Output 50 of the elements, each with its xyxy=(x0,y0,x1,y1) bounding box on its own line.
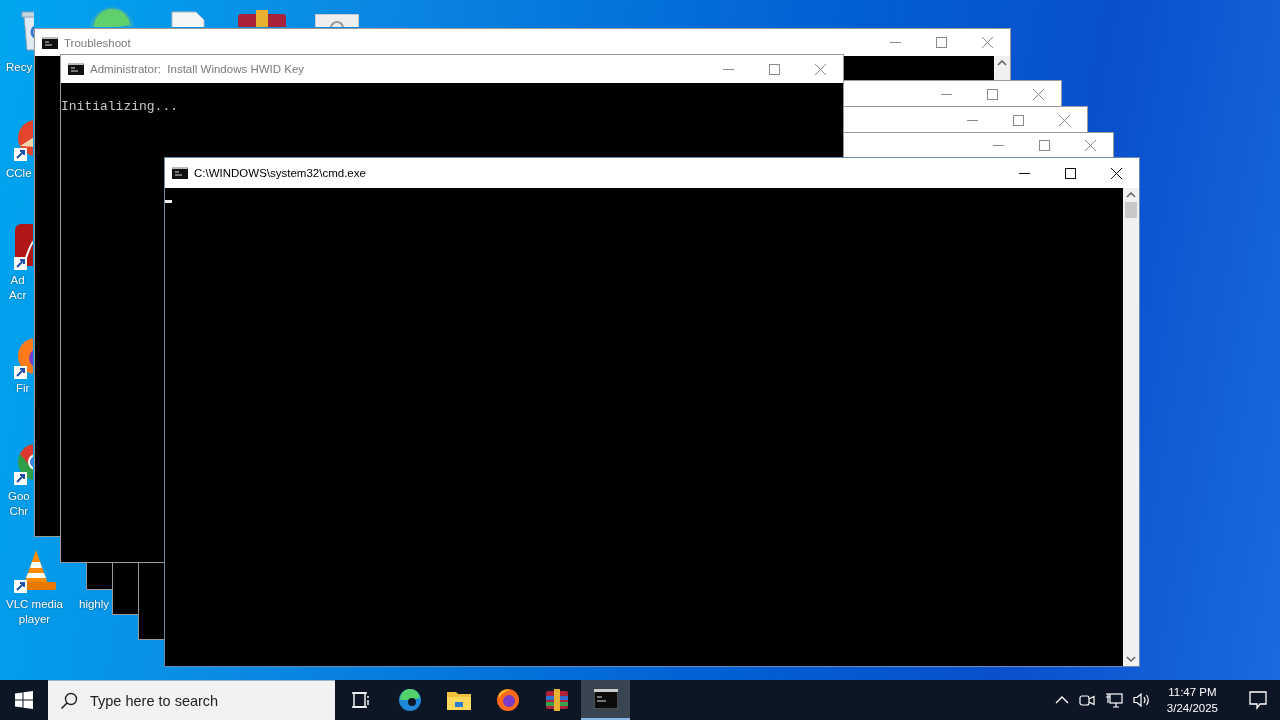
window-title: Administrator: Install Windows HWID Key xyxy=(90,63,305,75)
maximize-icon xyxy=(1038,139,1050,151)
clock[interactable]: 11:47 PM 3/24/2025 xyxy=(1160,684,1224,716)
console-icon xyxy=(593,689,618,709)
recycle-bin-icon[interactable] xyxy=(18,8,34,52)
console-icon xyxy=(68,63,84,75)
scrollbar-thumb[interactable] xyxy=(1125,202,1137,218)
icon-label: Ad Acr xyxy=(9,273,27,303)
maximize-icon xyxy=(1064,167,1076,179)
camera-icon[interactable] xyxy=(1078,692,1095,708)
window-title: Troubleshoot xyxy=(64,36,131,49)
maximize-icon xyxy=(986,88,998,100)
clock-date: 3/24/2025 xyxy=(1166,701,1218,716)
icon-label: Fir xyxy=(16,381,30,396)
window-title: C:\WINDOWS\system32\cmd.exe xyxy=(194,167,366,179)
archive-icon[interactable] xyxy=(238,10,286,27)
notification-icon[interactable] xyxy=(1248,690,1268,710)
icon-label: Recy xyxy=(6,60,33,75)
maximize-icon xyxy=(935,37,947,48)
close-icon xyxy=(1110,167,1122,179)
icon-label: VLC media player xyxy=(6,597,63,627)
close-icon xyxy=(814,63,826,75)
network-icon[interactable] xyxy=(1104,692,1123,708)
search-icon xyxy=(60,691,78,710)
close-icon xyxy=(981,37,993,48)
console-icon xyxy=(172,167,188,179)
close-icon xyxy=(1084,139,1096,151)
maximize-icon xyxy=(1012,114,1024,126)
icon-label: CCle xyxy=(6,166,32,181)
archive-icon xyxy=(544,688,569,712)
task-view-icon xyxy=(350,690,371,710)
search-input[interactable]: Type here to search xyxy=(88,691,335,710)
taskbar-app-button[interactable] xyxy=(581,680,630,720)
console-output: Initializing... xyxy=(61,99,179,115)
console-icon xyxy=(42,36,58,49)
icon-label: highly xyxy=(79,597,110,612)
icon-label: Goo Chr xyxy=(8,489,30,519)
search-field[interactable]: Type here to search xyxy=(48,680,335,720)
volume-icon[interactable] xyxy=(1132,692,1151,708)
settings-window-icon[interactable] xyxy=(315,14,359,27)
close-icon xyxy=(1058,114,1070,126)
firefox-icon xyxy=(495,688,520,712)
maximize-icon xyxy=(768,63,780,75)
folder-icon xyxy=(446,690,471,710)
swirl-icon xyxy=(397,688,422,712)
windows-logo-icon xyxy=(15,691,33,709)
acrobat-icon[interactable] xyxy=(12,224,33,272)
clock-time: 11:47 PM xyxy=(1168,685,1217,700)
chevron-up-icon[interactable] xyxy=(1054,695,1069,705)
close-icon xyxy=(1032,88,1044,100)
